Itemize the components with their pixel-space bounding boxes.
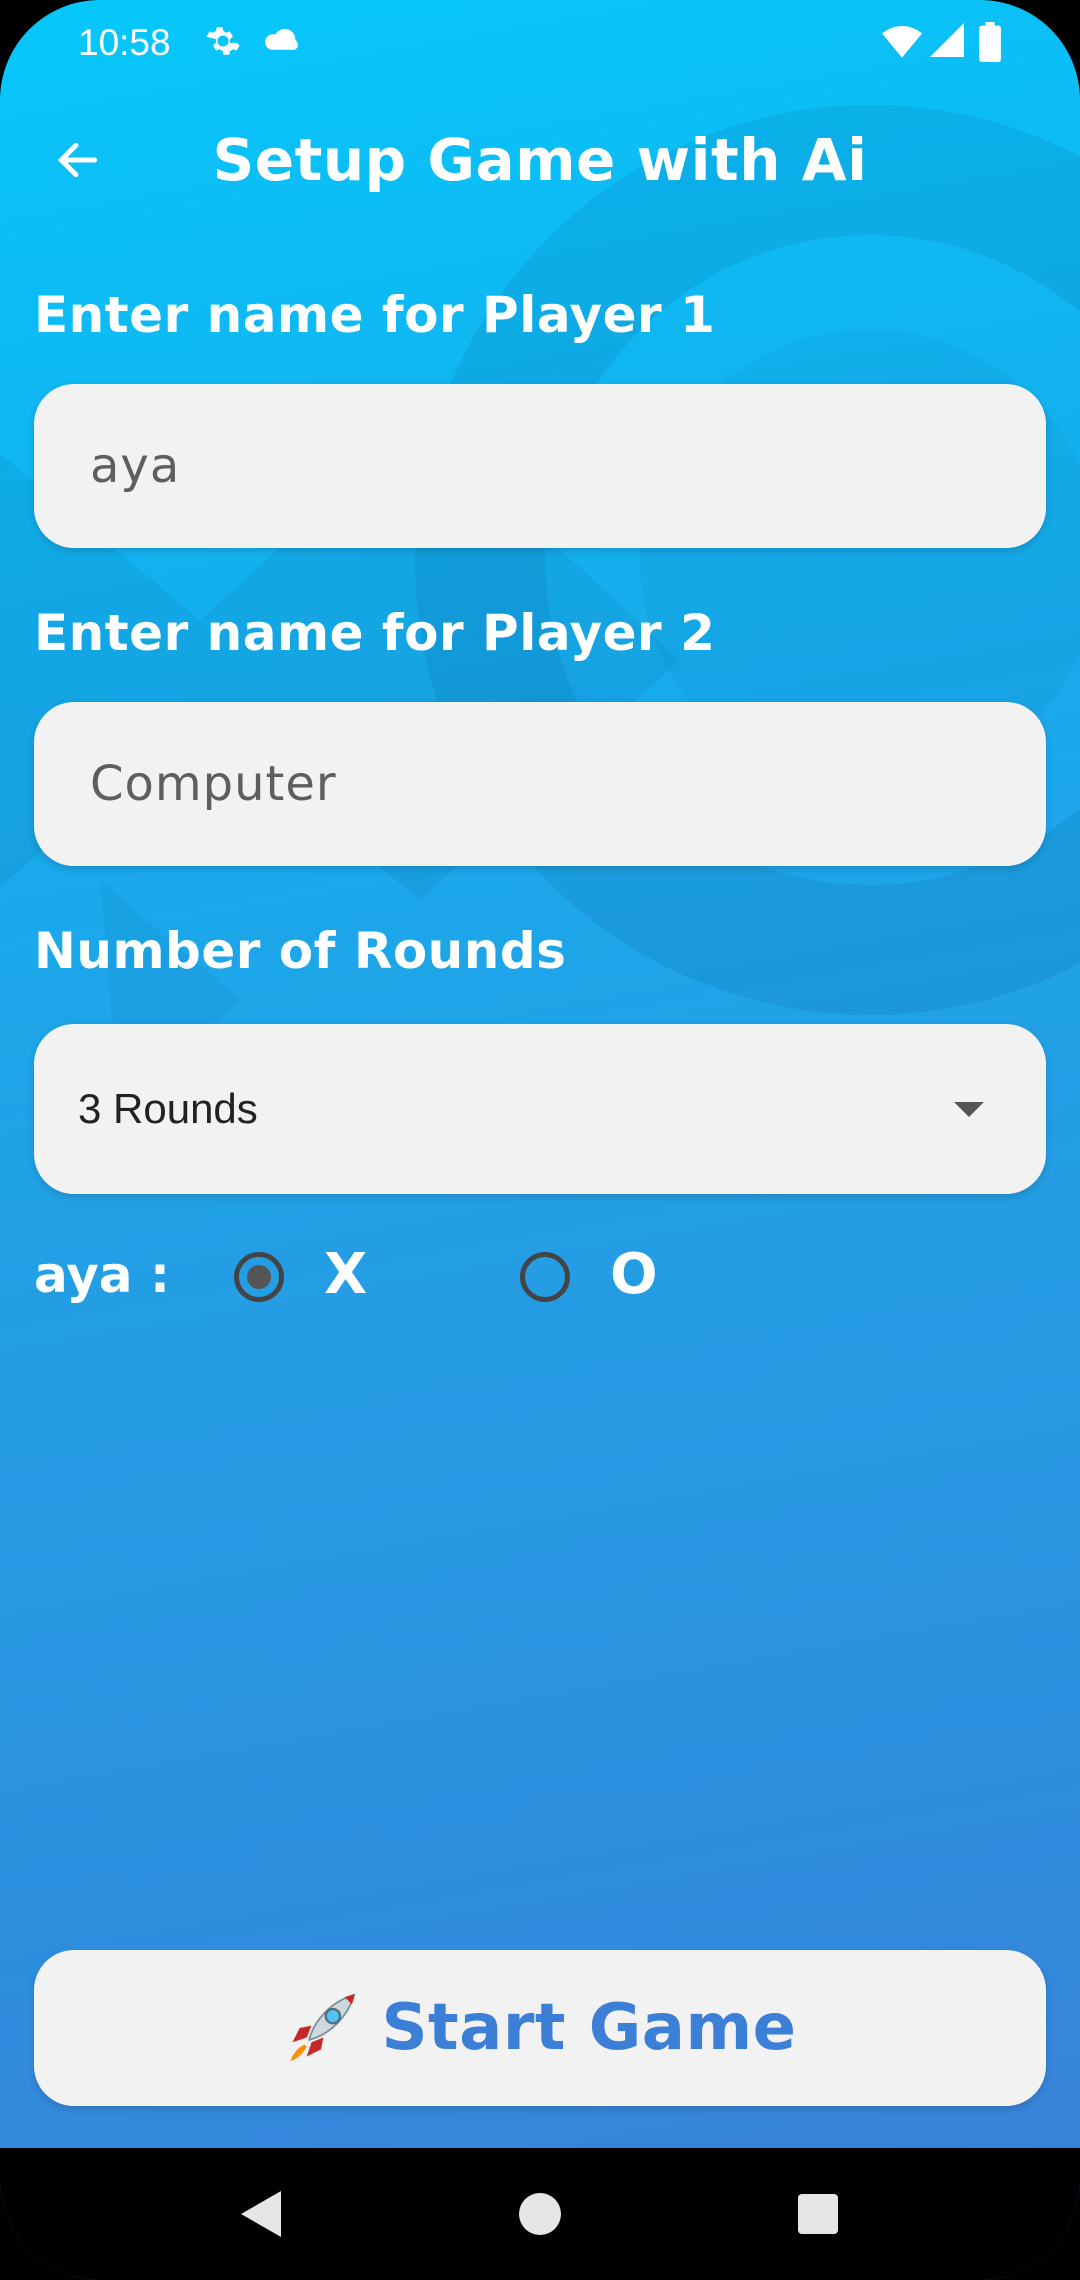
symbol-player-label: aya : <box>34 1246 170 1304</box>
player1-label: Enter name for Player 1 <box>34 286 716 344</box>
radio-o-label[interactable]: O <box>610 1230 658 1320</box>
player2-name-input[interactable]: Computer <box>34 702 1046 866</box>
symbol-choice-row: aya : X O <box>0 1230 1080 1320</box>
nav-recents-button[interactable] <box>786 2182 850 2246</box>
rounds-dropdown[interactable]: 3 Rounds <box>34 1024 1046 1194</box>
recents-square-icon <box>798 2194 838 2234</box>
cloud-icon <box>265 28 299 50</box>
status-time: 10:58 <box>78 22 171 63</box>
player2-name-value: Computer <box>90 756 337 812</box>
home-circle-icon <box>519 2193 561 2235</box>
radio-x-label[interactable]: X <box>324 1230 367 1320</box>
radio-o[interactable] <box>520 1252 570 1302</box>
chevron-down-icon <box>954 1102 984 1117</box>
rounds-label: Number of Rounds <box>34 922 567 980</box>
player2-label: Enter name for Player 2 <box>34 604 716 662</box>
start-game-label: Start Game <box>381 1991 797 2065</box>
player1-name-input[interactable]: aya <box>34 384 1046 548</box>
status-bar: 10:58 <box>0 0 1080 90</box>
radio-x[interactable] <box>234 1252 284 1302</box>
rocket-icon <box>290 1993 357 2062</box>
nav-back-button[interactable] <box>228 2182 292 2246</box>
battery-icon <box>979 22 1001 62</box>
back-triangle-icon <box>241 2191 281 2237</box>
app-screen: 10:58 Setup Game with Ai Enter name for … <box>0 0 1080 2280</box>
page-title: Setup Game with Ai <box>212 126 868 194</box>
wifi-icon <box>882 26 922 58</box>
player1-name-value: aya <box>90 438 181 494</box>
settings-icon <box>206 27 240 55</box>
system-nav-bar <box>0 2148 1080 2280</box>
rounds-selected-value: 3 Rounds <box>78 1085 258 1132</box>
signal-icon <box>930 23 964 57</box>
start-game-button[interactable]: Start Game <box>34 1950 1046 2106</box>
nav-home-button[interactable] <box>508 2182 572 2246</box>
